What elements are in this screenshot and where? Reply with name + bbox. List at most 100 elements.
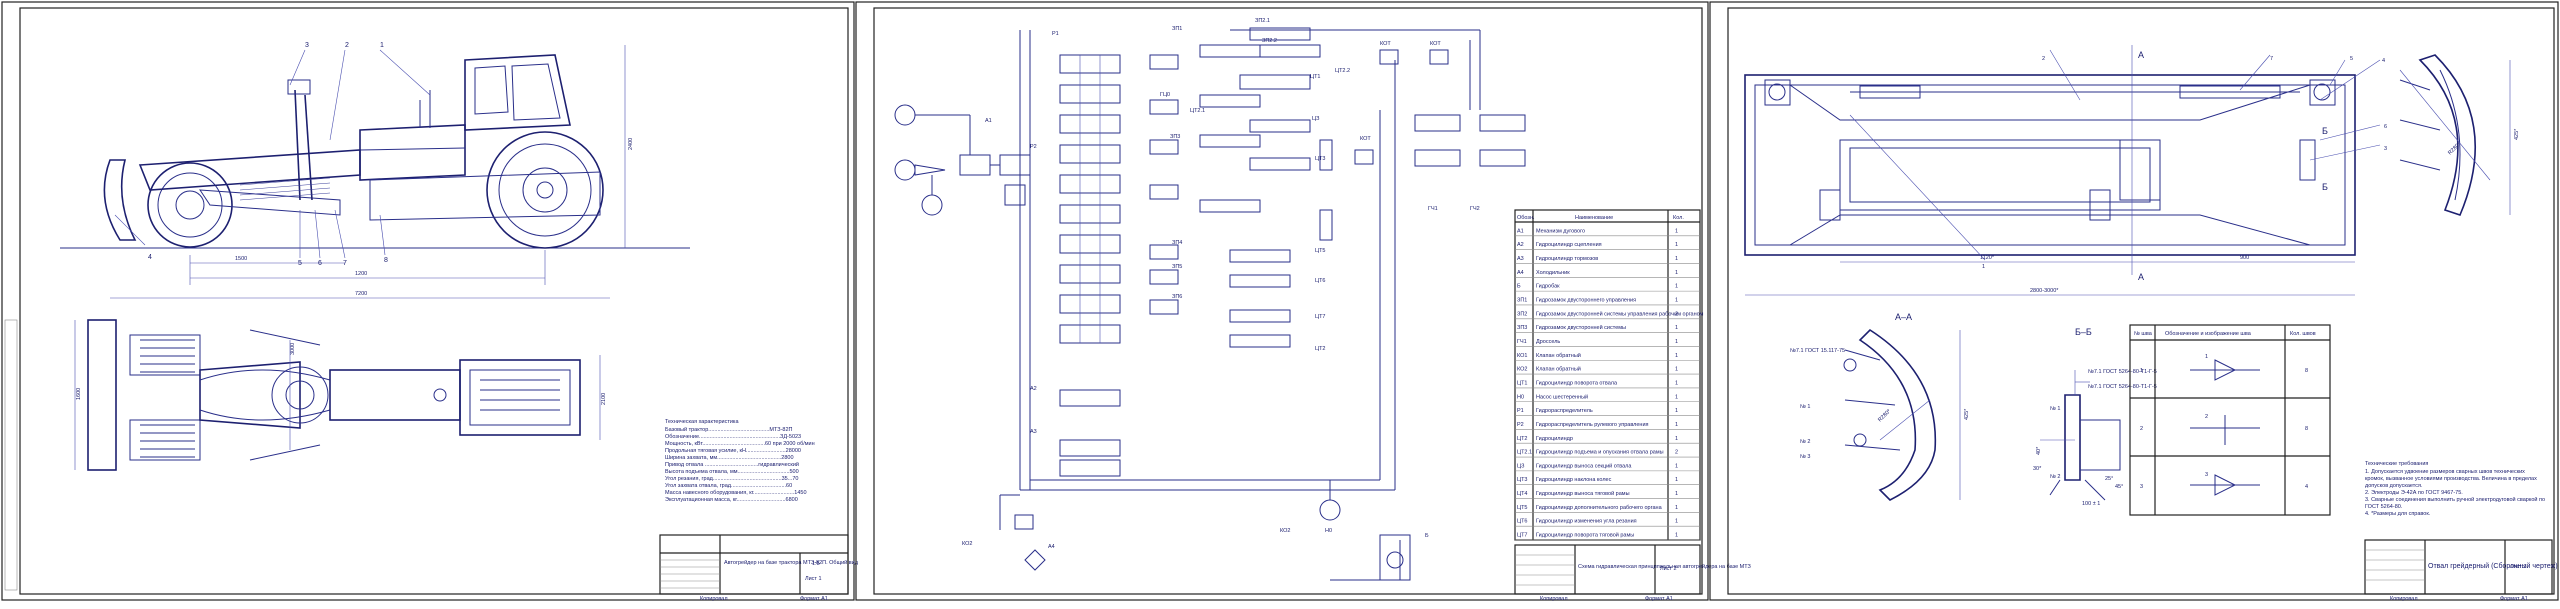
spec-line: Продольная тяговая усилие, кН...........…	[665, 448, 801, 454]
label-GC0: ГЦ0	[1160, 92, 1170, 98]
weld-row-count: 8	[2305, 426, 2308, 432]
label-ZP2-1: ЗП2.1	[1255, 18, 1270, 24]
sheet3-footer-right: Формат А1	[2500, 596, 2528, 602]
table-cell-code: ЦТ2	[1517, 436, 1528, 442]
sheet2-title-block: Схема гидравлическая принципиальная авто…	[1514, 544, 1752, 602]
table-header: Обозн.	[1517, 215, 1535, 221]
cylinders	[1149, 27, 1526, 348]
spec-line: Эксплуатационная масса, кг..............…	[665, 497, 798, 503]
dim-label: 1120*	[1980, 255, 1995, 261]
table-cell-code: Р2	[1517, 422, 1524, 428]
pos-2: 2	[345, 42, 349, 49]
weld-table-header: Кол. швов	[2290, 331, 2316, 337]
table-cell-qty: 1	[1675, 325, 1678, 331]
pump-tank	[1014, 499, 1411, 581]
table-cell-code: КО1	[1517, 353, 1527, 359]
label-A2: А2	[1030, 386, 1037, 392]
table-cell-name: Клапан обратный	[1536, 366, 1581, 373]
spec-line: Мощность, кВт...........................…	[665, 441, 815, 447]
table-cell-code: ЦТ1	[1517, 380, 1528, 386]
weld-table: № шва Обозначение и изображение шва Кол.…	[2129, 324, 2331, 516]
label-ZP5: ЗП5	[1172, 264, 1182, 270]
pos-4: 4	[2382, 58, 2385, 64]
dim-width: 1600	[76, 388, 82, 400]
drawing-canvas: 1 2 3 4 5 6 7 8 2400 1500 1200 7200 1600…	[0, 0, 2560, 604]
table-cell-qty: 1	[1675, 436, 1678, 442]
section-a	[1843, 328, 1961, 501]
pos-5: 5	[298, 260, 302, 267]
section-a-label: 425*	[1964, 408, 1970, 420]
section-b-label: №7.1 ГОСТ 5264-80-Т1-Г-5	[2088, 384, 2157, 390]
table-cell-name: Насос шестеренный	[1536, 393, 1588, 400]
dim-gauge: 3000	[290, 343, 296, 355]
sheet1-top-dim-labels: 1600 2100 3000	[76, 343, 607, 405]
label-P1: Р1	[1052, 31, 1059, 37]
table-cell-qty: 2	[1675, 450, 1678, 456]
tech-req-line: ГОСТ 5264-80.	[2365, 504, 2403, 510]
weld-row-num: 3	[2140, 484, 2143, 490]
table-cell-code: ЦТ5	[1517, 505, 1528, 511]
table-cell-name: Гидроцилиндр изменения угла резания	[1536, 519, 1637, 525]
table-cell-qty: 1	[1675, 422, 1678, 428]
table-cell-code: ГЧ1	[1517, 339, 1527, 345]
sheet-general-view: 1 2 3 4 5 6 7 8 2400 1500 1200 7200 1600…	[1, 1, 859, 602]
label-KOT: КОТ	[1380, 41, 1391, 47]
table-cell-code: ЦТ3	[1517, 477, 1528, 483]
table-cell-name: Гидроцилиндр выноса секций отвала	[1536, 462, 1632, 469]
tech-requirements: Технические требования 1. Допускается уд…	[2365, 461, 2545, 517]
table-cell-code: КО2	[1517, 367, 1527, 373]
table-cell-name: Холодильник	[1536, 270, 1570, 276]
label-H0: Н0	[1325, 528, 1332, 534]
table-cell-name: Гидроцилиндр поворота отвала	[1536, 380, 1618, 386]
sheet1-scale: 1:5	[812, 561, 820, 567]
sheet-hydraulic-scheme: Р1 ЗП1 ЗП2.1 ЗП2.2 КОТ КОТ ГЦ0 ЦТ1 ЦТ2.2…	[855, 1, 1752, 602]
label-A1: А1	[985, 118, 992, 124]
spec-line: Высота подъема отвала, мм...............…	[665, 469, 799, 475]
spec-line: Базовый трактор.........................…	[665, 426, 793, 433]
sheet1-side-strip	[4, 319, 18, 591]
label-CT6: ЦТ6	[1315, 278, 1326, 284]
pos-1: 1	[380, 42, 384, 49]
label-ZP6: ЗП6	[1172, 294, 1182, 300]
section-b-title: Б–Б	[2075, 327, 2092, 337]
table-cell-qty: 1	[1675, 394, 1678, 400]
tech-req-line: 1. Допускается удвоение размеров сварных…	[2365, 469, 2525, 475]
cut-mark-a: А	[2138, 272, 2144, 282]
table-cell-qty: 2	[1675, 311, 1678, 317]
label-CZ: ЦЗ	[1312, 116, 1320, 122]
weld-row-count: 8	[2305, 368, 2308, 374]
dim-label: 2800-3000*	[2030, 288, 2059, 294]
section-a-label: № 1	[1800, 404, 1811, 410]
table-cell-name: Дроссель	[1536, 339, 1560, 345]
label-A3: А3	[1030, 429, 1037, 435]
table-cell-name: Гидрозамок двусторонней системы управлен…	[1536, 310, 1704, 317]
sheet2-footer-right: Формат А1	[1645, 596, 1673, 602]
tech-req-line: 2. Электроды Э-42А по ГОСТ 9467-75.	[2365, 490, 2463, 496]
table-cell-qty: 1	[1675, 408, 1678, 414]
front-wheel	[147, 162, 233, 248]
spec-line: Ширина захвата, мм......................…	[665, 455, 794, 461]
tech-req-line: 4. *Размеры для справок.	[2365, 511, 2431, 517]
spec-line: Привод отвала ..........................…	[665, 461, 799, 468]
table-cell-code: А2	[1517, 242, 1524, 248]
pos-6: 6	[2384, 124, 2387, 130]
table-cell-name: Гидроцилиндр наклона колес	[1536, 477, 1612, 483]
table-cell-code: Н0	[1517, 394, 1524, 400]
section-a-title: А–А	[1895, 312, 1912, 322]
sheet1-dimension-labels: 2400 1500 1200 7200	[235, 138, 634, 297]
table-cell-code: Р1	[1517, 408, 1524, 414]
valve-stack	[1059, 54, 1121, 477]
cut-mark-b: Б	[2322, 126, 2328, 136]
label-CT1: ЦТ1	[1310, 74, 1321, 80]
blade-front-view	[1744, 45, 2381, 296]
pos-1: 1	[1982, 264, 1985, 270]
label-CT2-1: ЦТ2.1	[1190, 108, 1205, 114]
section-b-label: 25°	[2105, 476, 2113, 482]
label-CT5: ЦТ5	[1315, 248, 1326, 254]
spec-line: Угол захвата отвала, град...............…	[665, 483, 792, 489]
table-cell-code: ЦТ6	[1517, 519, 1528, 525]
table-cell-qty: 1	[1675, 380, 1678, 386]
hydraulic-lines	[999, 29, 1481, 581]
tech-req-line: допусков допускается.	[2365, 483, 2423, 489]
label-ZP4: ЗП4	[1172, 240, 1182, 246]
